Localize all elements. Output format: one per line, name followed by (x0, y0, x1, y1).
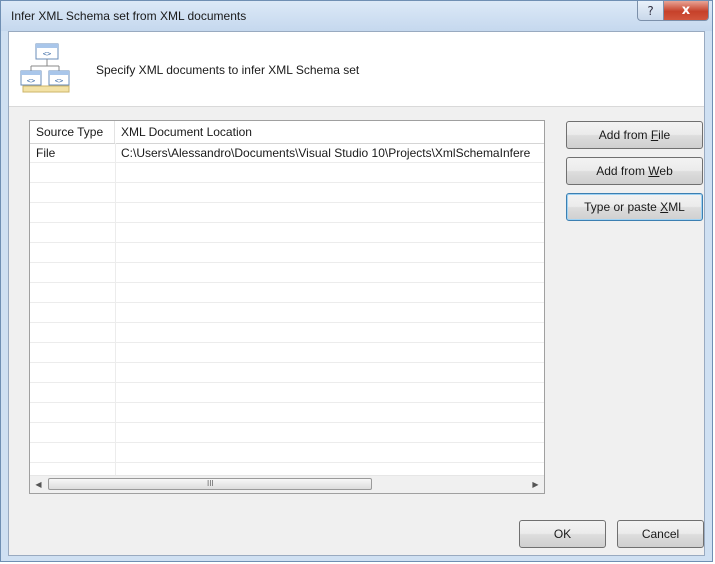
empty-list-row (30, 163, 544, 183)
header-instruction: Specify XML documents to infer XML Schem… (96, 63, 360, 77)
close-icon: x (681, 3, 691, 18)
xml-documents-list[interactable]: Source Type XML Document Location File C… (29, 120, 545, 494)
help-icon: ? (647, 3, 654, 18)
dialog-window: Infer XML Schema set from XML documents … (0, 0, 713, 562)
svg-text:<>: <> (55, 77, 63, 85)
add-from-file-label: Add from File (598, 128, 671, 142)
column-header-source-type[interactable]: Source Type (30, 121, 115, 143)
window-title: Infer XML Schema set from XML documents (11, 9, 247, 23)
xml-schema-tree-icon: <> <> <> (20, 43, 70, 93)
cell-location: C:\Users\Alessandro\Documents\Visual Stu… (121, 146, 531, 160)
empty-list-row (30, 303, 544, 323)
column-header-location[interactable]: XML Document Location (115, 121, 544, 143)
help-button[interactable]: ? (637, 1, 664, 21)
empty-list-row (30, 323, 544, 343)
cell-source-type: File (36, 146, 56, 160)
empty-list-row (30, 203, 544, 223)
scroll-right-arrow-icon[interactable]: ▶ (527, 476, 544, 493)
list-header: Source Type XML Document Location (30, 121, 544, 144)
add-from-web-label: Add from Web (596, 164, 673, 178)
empty-list-row (30, 383, 544, 403)
empty-list-row (30, 183, 544, 203)
ok-button[interactable]: OK (519, 520, 606, 548)
empty-list-row (30, 363, 544, 383)
svg-text:<>: <> (27, 77, 35, 85)
scroll-left-arrow-icon[interactable]: ◀ (30, 476, 47, 493)
header-band: <> <> <> Specify XML documents to infer … (9, 32, 704, 107)
empty-list-row (30, 343, 544, 363)
list-row[interactable]: File C:\Users\Alessandro\Documents\Visua… (30, 143, 544, 163)
add-from-file-button[interactable]: Add from File (566, 121, 703, 149)
empty-list-row (30, 423, 544, 443)
dialog-client-area: <> <> <> Specify XML documents to infer … (8, 31, 705, 556)
svg-text:<>: <> (43, 50, 51, 58)
list-rows: File C:\Users\Alessandro\Documents\Visua… (30, 143, 544, 483)
empty-list-row (30, 223, 544, 243)
title-bar: Infer XML Schema set from XML documents … (1, 1, 712, 31)
cancel-button[interactable]: Cancel (617, 520, 704, 548)
type-or-paste-xml-label: Type or paste XML (584, 200, 685, 214)
scrollbar-grip: III (207, 479, 214, 488)
add-from-web-button[interactable]: Add from Web (566, 157, 703, 185)
empty-list-row (30, 243, 544, 263)
empty-list-row (30, 263, 544, 283)
empty-list-row (30, 443, 544, 463)
close-button[interactable]: x (663, 1, 709, 21)
type-or-paste-xml-button[interactable]: Type or paste XML (566, 193, 703, 221)
empty-list-row (30, 283, 544, 303)
scrollbar-thumb[interactable]: III (48, 478, 372, 490)
empty-list-row (30, 403, 544, 423)
horizontal-scrollbar[interactable]: ◀ III ▶ (30, 475, 544, 493)
